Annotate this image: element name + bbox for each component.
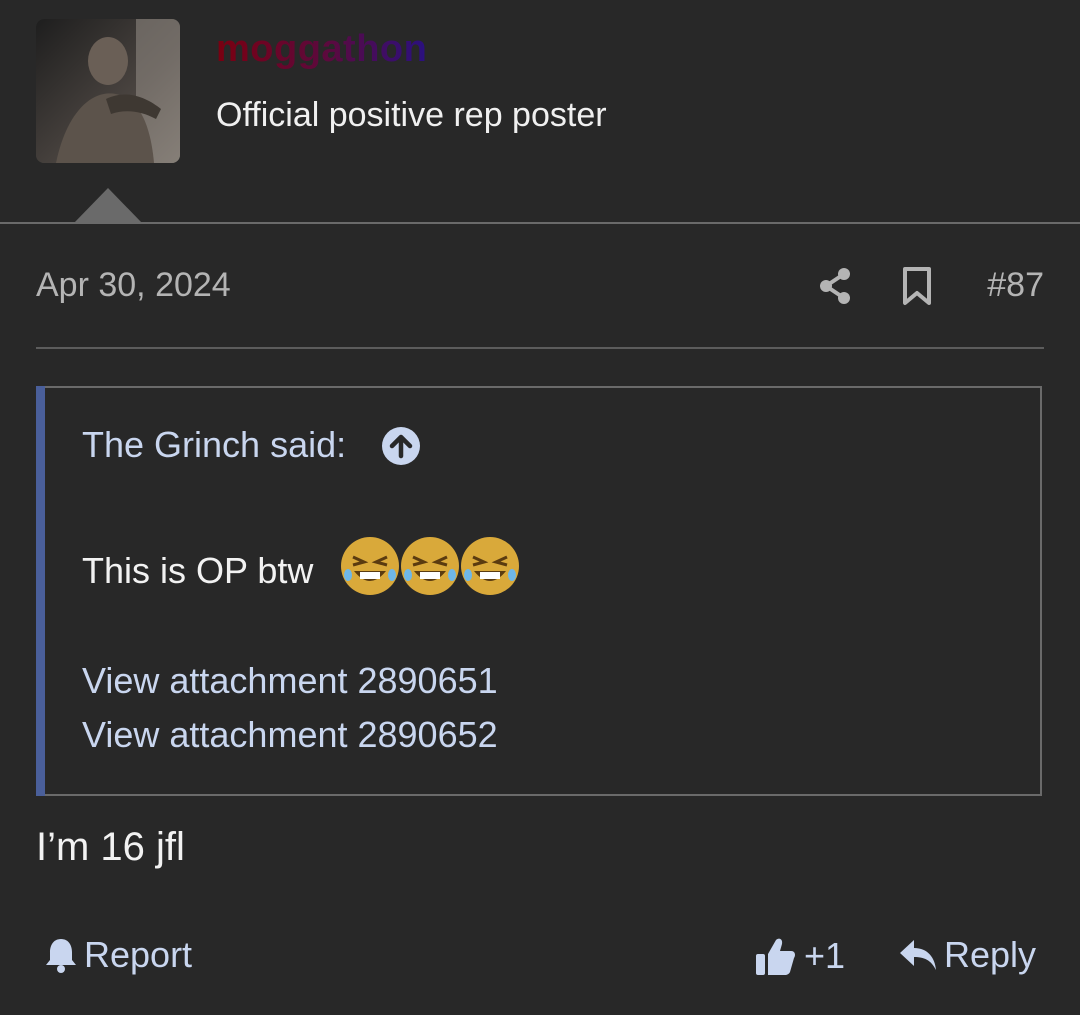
- header-caret: [74, 188, 142, 223]
- username[interactable]: moggathon: [216, 28, 427, 71]
- user-title: Official positive rep poster: [216, 96, 607, 134]
- report-label: Report: [84, 934, 193, 975]
- post-body: I’m 16 jfl: [36, 825, 185, 869]
- post-date[interactable]: Apr 30, 2024: [36, 266, 231, 305]
- reply-label: Reply: [944, 934, 1037, 975]
- user-avatar[interactable]: [36, 19, 180, 163]
- share-icon[interactable]: [818, 266, 854, 306]
- arrow-up-icon[interactable]: [381, 426, 421, 466]
- quote-accent-bar: [36, 386, 45, 796]
- header-divider: [0, 222, 1080, 224]
- meta-divider: [36, 347, 1044, 349]
- post-meta: Apr 30, 2024 #87: [36, 262, 1044, 312]
- reply-arrow-icon: [900, 940, 936, 970]
- reply-button[interactable]: Reply: [898, 934, 1036, 976]
- report-button[interactable]: Report: [44, 934, 192, 976]
- quote-text: This is OP btw: [82, 550, 314, 591]
- quote-author[interactable]: The Grinch said:: [82, 424, 346, 466]
- thumbs-up-icon: [756, 938, 795, 975]
- laughing-crying-emoji-icon: [339, 535, 401, 597]
- laughing-crying-emoji-icon: [399, 535, 461, 597]
- attachment-link[interactable]: View attachment 2890652: [82, 714, 498, 756]
- like-count: +1: [804, 935, 846, 976]
- post-number[interactable]: #87: [987, 266, 1044, 305]
- bookmark-icon[interactable]: [900, 266, 934, 306]
- post-header: moggathon Official positive rep poster: [0, 0, 1080, 224]
- laughing-crying-emoji-icon: [459, 535, 521, 597]
- attachment-link[interactable]: View attachment 2890651: [82, 660, 498, 702]
- like-button[interactable]: +1: [754, 934, 845, 978]
- bell-icon: [46, 939, 76, 973]
